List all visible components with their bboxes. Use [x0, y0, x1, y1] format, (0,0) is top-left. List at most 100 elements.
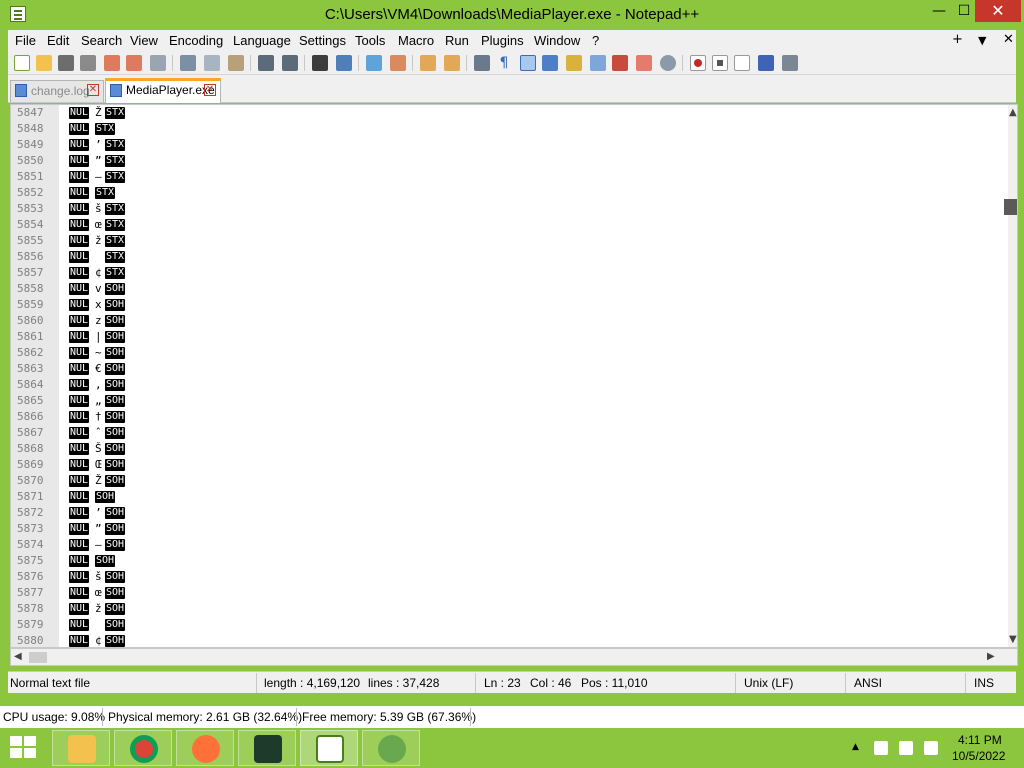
editor-line[interactable]: 5855 NUL ž STX — [11, 233, 1001, 249]
function-list-icon[interactable] — [590, 55, 606, 71]
show-all-chars-icon[interactable]: ¶ — [496, 55, 512, 71]
menu-tools[interactable]: Tools — [355, 33, 385, 48]
editor-line[interactable]: 5874 NUL – SOH — [11, 537, 1001, 553]
tab-change-log[interactable]: change.log ✕ — [10, 80, 104, 102]
vertical-scroll-thumb[interactable] — [1004, 199, 1017, 215]
title-bar[interactable]: C:\Users\VM4\Downloads\MediaPlayer.exe -… — [0, 0, 1024, 30]
editor-line[interactable]: 5873 NUL ” SOH — [11, 521, 1001, 537]
replace-icon[interactable] — [336, 55, 352, 71]
menu-file[interactable]: File — [15, 33, 36, 48]
menu-language[interactable]: Language — [233, 33, 291, 48]
menu-view[interactable]: View — [130, 33, 158, 48]
notepad-plus-plus-icon[interactable] — [300, 730, 358, 766]
network-icon[interactable] — [899, 741, 913, 755]
menu-encoding[interactable]: Encoding — [169, 33, 223, 48]
close-window-button[interactable]: ✕ — [975, 0, 1021, 22]
menu-edit[interactable]: Edit — [47, 33, 69, 48]
editor-line[interactable]: 5858 NUL v SOH — [11, 281, 1001, 297]
editor-line[interactable]: 5857 NUL ¢ STX — [11, 265, 1001, 281]
status-insert-mode[interactable]: INS — [974, 676, 994, 690]
record-macro-icon[interactable] — [690, 55, 706, 71]
text-editor[interactable]: 5847 NUL Ž STX 5848 NUL STX 5849 NUL’ STX 5850 NUL”… — [10, 104, 1018, 648]
indent-guide-icon[interactable] — [520, 55, 536, 71]
redo-icon[interactable] — [282, 55, 298, 71]
doc-map-icon[interactable] — [566, 55, 582, 71]
editor-line[interactable]: 5878 NUL ž SOH — [11, 601, 1001, 617]
editor-line[interactable]: 5871 NUL SOH — [11, 489, 1001, 505]
status-encoding[interactable]: ANSI — [854, 676, 882, 690]
open-file-icon[interactable] — [36, 55, 52, 71]
clock-time[interactable]: 4:11 PM — [958, 733, 1002, 747]
folder-workspace-icon[interactable] — [612, 55, 628, 71]
close-icon[interactable] — [104, 55, 120, 71]
scroll-up-icon[interactable]: ▲ — [1009, 107, 1017, 118]
paste-icon[interactable] — [228, 55, 244, 71]
sync-horizontal-icon[interactable] — [444, 55, 460, 71]
editor-line[interactable]: 5872 NUL ’ SOH — [11, 505, 1001, 521]
tab-mediaplayer-exe[interactable]: MediaPlayer.exe ✕ — [105, 78, 221, 103]
editor-line[interactable]: 5869 NUL Œ SOH — [11, 457, 1001, 473]
tab-list-dropdown[interactable]: ▼ — [978, 34, 986, 47]
editor-line[interactable]: 5866 NUL † SOH — [11, 409, 1001, 425]
editor-line[interactable]: 5867 NUL ˆ SOH — [11, 425, 1001, 441]
close-document-button[interactable]: ✕ — [1003, 32, 1014, 47]
editor-line[interactable]: 5854 NUL œ STX — [11, 217, 1001, 233]
editor-line[interactable]: 5851 NUL – STX — [11, 169, 1001, 185]
menu-window[interactable]: Window — [534, 33, 580, 48]
editor-line[interactable]: 5877 NUL œ SOH — [11, 585, 1001, 601]
file-explorer-icon[interactable] — [52, 730, 110, 766]
editor-line[interactable]: 5864 NUL, SOH — [11, 377, 1001, 393]
editor-line[interactable]: 5865 NUL „ SOH — [11, 393, 1001, 409]
horizontal-scroll-thumb[interactable] — [29, 652, 47, 663]
editor-line[interactable]: 5862 NUL ~ SOH — [11, 345, 1001, 361]
editor-line[interactable]: 5879 NUL SOH — [11, 617, 1001, 633]
zoom-out-icon[interactable] — [390, 55, 406, 71]
menu-help[interactable]: ? — [592, 33, 599, 48]
editor-line[interactable]: 5870 NUL Ž SOH — [11, 473, 1001, 489]
resource-monitor-icon[interactable] — [238, 730, 296, 766]
show-hidden-icons[interactable]: ▲ — [852, 742, 859, 752]
save-icon[interactable] — [58, 55, 74, 71]
firefox-icon[interactable] — [176, 730, 234, 766]
editor-line[interactable]: 5856 NUL STX — [11, 249, 1001, 265]
print-icon[interactable] — [150, 55, 166, 71]
close-all-icon[interactable] — [126, 55, 142, 71]
new-tab-button[interactable]: + — [952, 32, 963, 47]
chrome-icon[interactable] — [114, 730, 172, 766]
status-eol[interactable]: Unix (LF) — [744, 676, 793, 690]
scroll-right-icon[interactable]: ▶ — [987, 651, 995, 662]
undo-icon[interactable] — [258, 55, 274, 71]
word-wrap-icon[interactable] — [474, 55, 490, 71]
find-icon[interactable] — [312, 55, 328, 71]
editor-line[interactable]: 5876 NUL š SOH — [11, 569, 1001, 585]
editor-line[interactable]: 5859 NUL x SOH — [11, 297, 1001, 313]
editor-line[interactable]: 5875 NUL SOH — [11, 553, 1001, 569]
play-macro-icon[interactable] — [734, 55, 750, 71]
scroll-down-icon[interactable]: ▼ — [1009, 634, 1017, 645]
user-language-icon[interactable] — [542, 55, 558, 71]
notepad-plus-plus-gecko-icon[interactable] — [362, 730, 420, 766]
scroll-left-icon[interactable]: ◀ — [14, 651, 22, 662]
editor-line[interactable]: 5852 NUL STX — [11, 185, 1001, 201]
action-center-icon[interactable] — [924, 741, 938, 755]
vertical-scrollbar[interactable]: ▲ ▼ — [1008, 105, 1017, 647]
zoom-in-icon[interactable] — [366, 55, 382, 71]
copy-icon[interactable] — [204, 55, 220, 71]
tab-close-icon[interactable]: ✕ — [87, 84, 99, 96]
stop-macro-icon[interactable] — [712, 55, 728, 71]
editor-line[interactable]: 5861 NUL | SOH — [11, 329, 1001, 345]
menu-run[interactable]: Run — [445, 33, 469, 48]
sync-vertical-icon[interactable] — [420, 55, 436, 71]
run-macro-multiple-icon[interactable] — [758, 55, 774, 71]
horizontal-scrollbar[interactable]: ◀ ▶ — [10, 648, 1018, 666]
monitoring-icon[interactable] — [636, 55, 652, 71]
menu-plugins[interactable]: Plugins — [481, 33, 524, 48]
clock-date[interactable]: 10/5/2022 — [952, 749, 1005, 763]
editor-line[interactable]: 5868 NUL Š SOH — [11, 441, 1001, 457]
editor-line[interactable]: 5863 NUL € SOH — [11, 361, 1001, 377]
save-all-icon[interactable] — [80, 55, 96, 71]
editor-line[interactable]: 5880 NUL ¢ SOH — [11, 633, 1001, 647]
cut-icon[interactable] — [180, 55, 196, 71]
editor-line[interactable]: 5849 NUL ’ STX — [11, 137, 1001, 153]
new-file-icon[interactable] — [14, 55, 30, 71]
